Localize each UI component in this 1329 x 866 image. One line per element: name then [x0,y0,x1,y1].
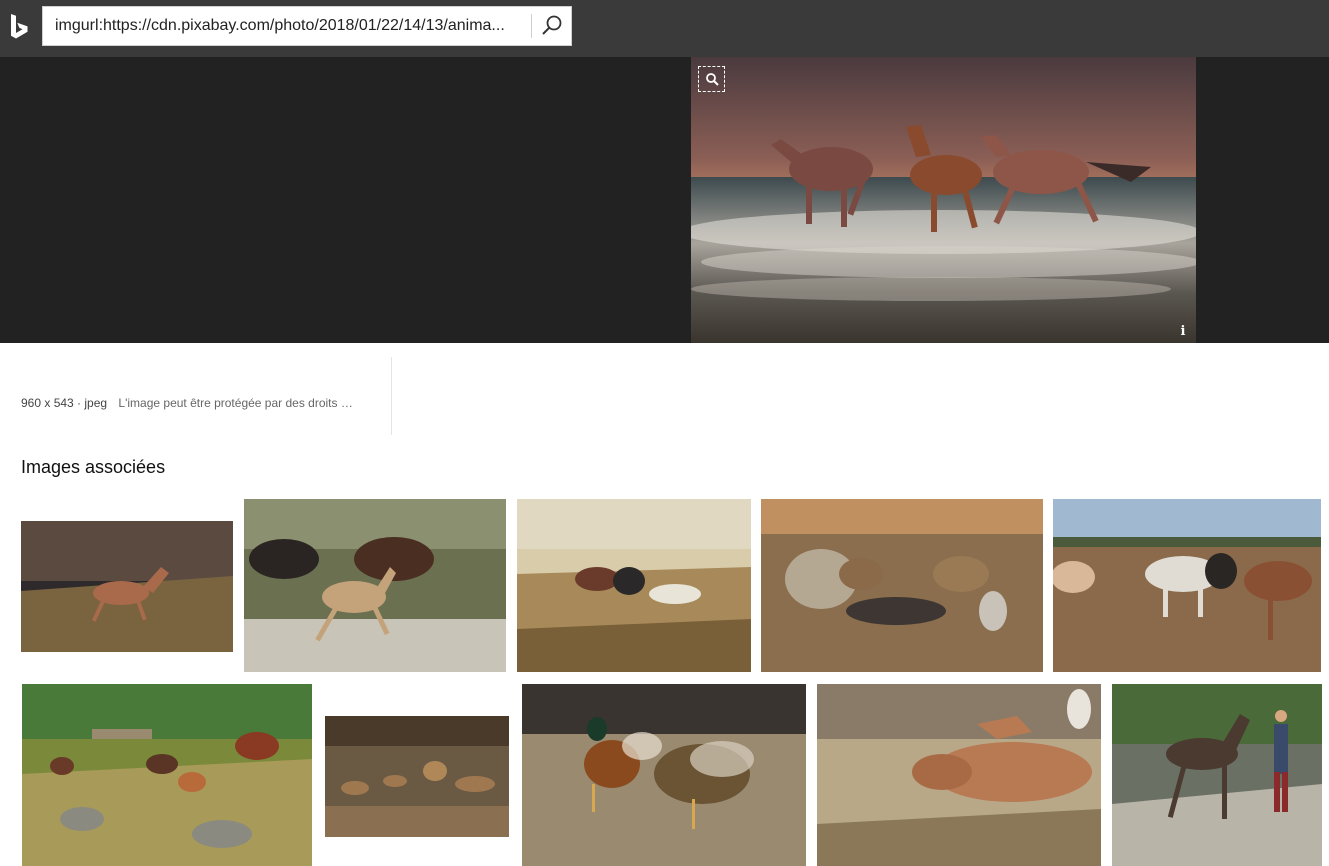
related-image-9-photo [817,684,1101,866]
search-input[interactable]: imgurl:https://cdn.pixabay.com/photo/201… [43,7,530,45]
related-image-5-photo [1053,499,1321,672]
bing-logo-icon[interactable] [9,13,29,41]
related-image-4-photo [761,499,1043,672]
related-image-6-photo [22,684,312,866]
search-box: imgurl:https://cdn.pixabay.com/photo/201… [42,6,572,46]
meta-divider [391,357,392,435]
related-image-7-photo [325,716,509,837]
related-image-7[interactable] [325,716,509,837]
related-image-2-photo [244,499,506,672]
related-image-4[interactable] [761,499,1043,672]
related-image-9[interactable] [817,684,1101,866]
related-images-heading: Images associées [21,457,166,477]
visual-search-icon [705,73,719,86]
top-bar: imgurl:https://cdn.pixabay.com/photo/201… [0,0,1329,57]
related-image-6[interactable] [22,684,312,866]
copyright-notice[interactable]: L'image peut être protégée par des droit… [118,396,352,410]
related-image-8-photo [522,684,806,866]
related-image-1[interactable] [21,521,233,652]
related-image-3[interactable] [517,499,751,672]
related-image-5[interactable] [1053,499,1321,672]
related-image-2[interactable] [244,499,506,672]
search-icon [542,15,562,35]
visual-search-button[interactable] [698,66,725,92]
search-button[interactable] [532,7,572,45]
image-meta: 960 x 543 · jpeg L'image peut être proté… [21,396,353,412]
related-image-10[interactable] [1112,684,1322,866]
main-image[interactable]: i [691,57,1196,343]
image-viewer: i [0,57,1329,343]
related-image-1-photo [21,521,233,652]
related-image-3-photo [517,499,751,672]
info-icon[interactable]: i [1175,324,1191,340]
related-image-8[interactable] [522,684,806,866]
image-dimensions: 960 x 543 · jpeg [21,396,108,410]
related-image-10-photo [1112,684,1322,866]
main-image-horses-photo [691,57,1196,343]
